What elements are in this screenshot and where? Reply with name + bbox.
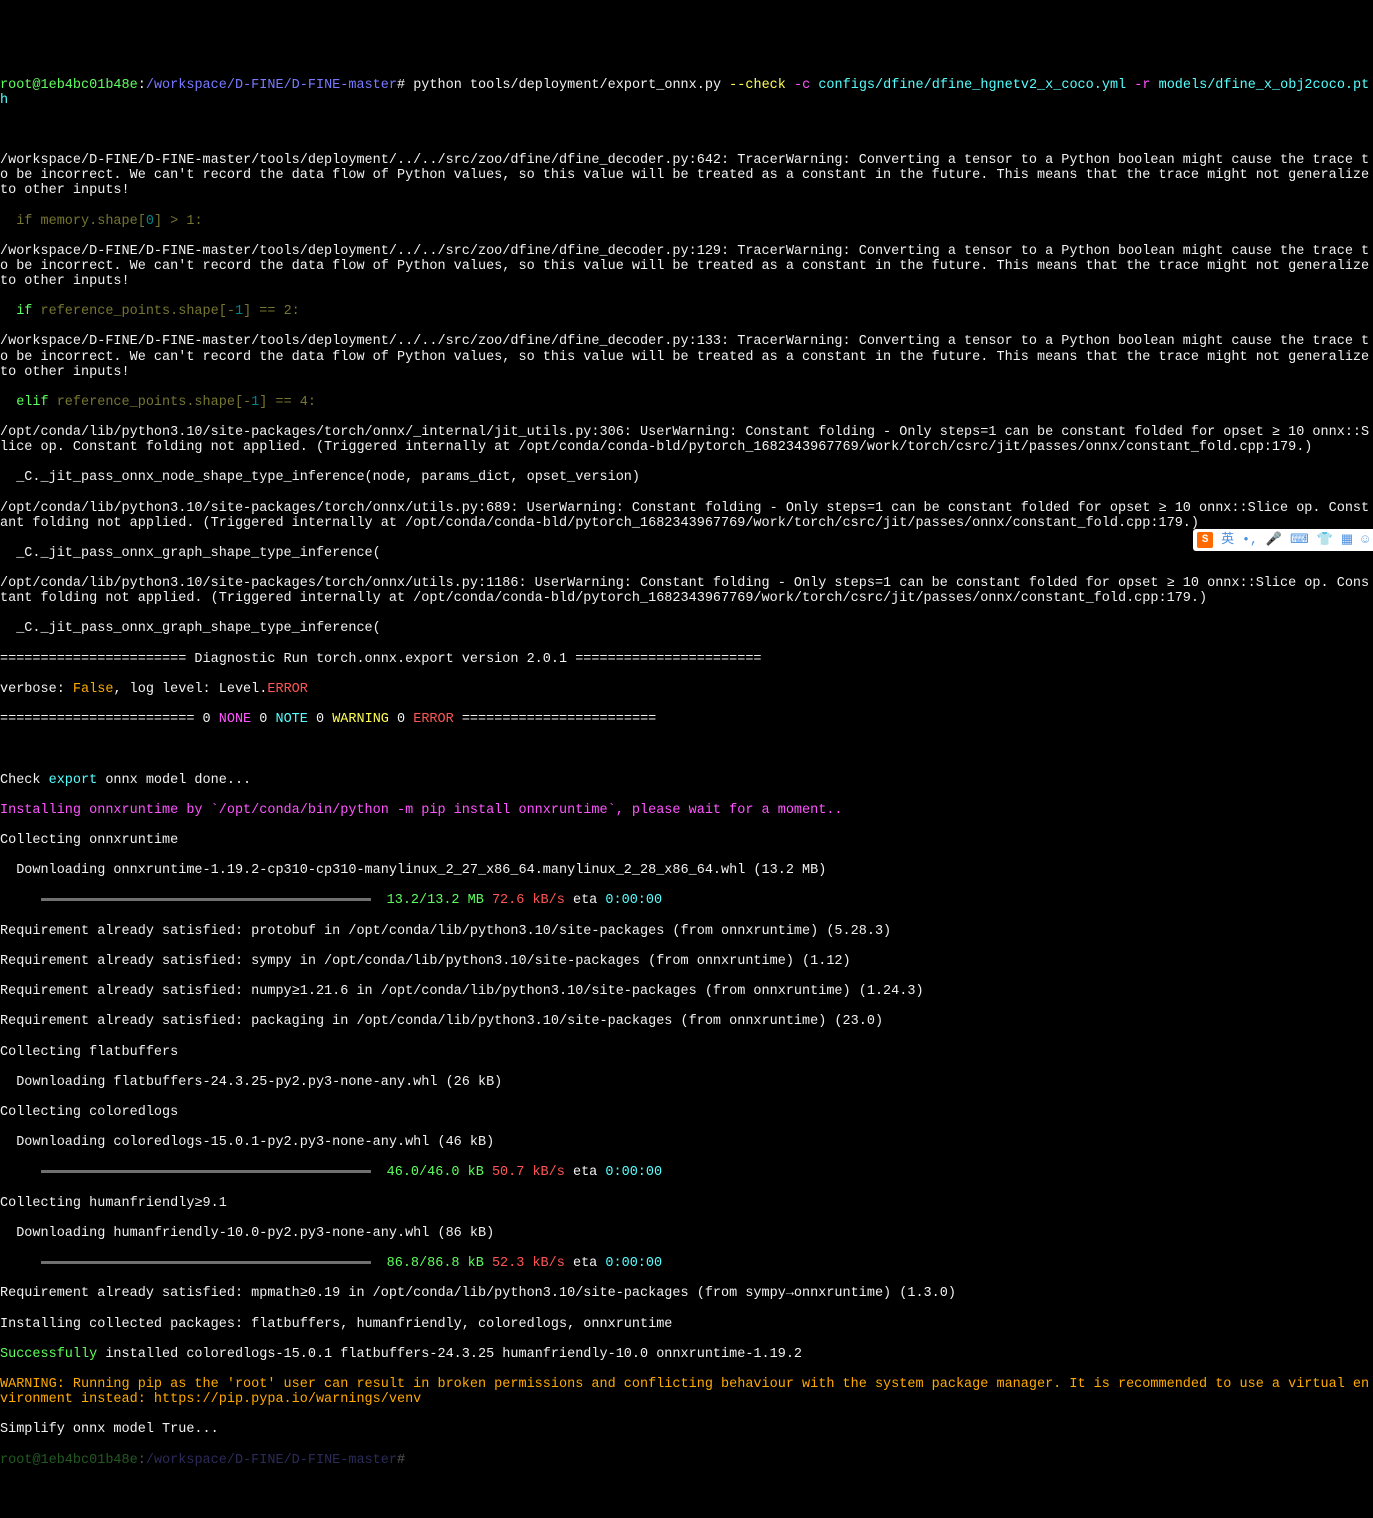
- code-line-2: if reference_points.shape[-1] == 2:: [0, 304, 1373, 319]
- pip-req-sympy: Requirement already satisfied: sympy in …: [0, 954, 1373, 969]
- tracer-warning-1: /workspace/D-FINE/D-FINE-master/tools/de…: [0, 153, 1373, 198]
- pip-success: Successfully installed coloredlogs-15.0.…: [0, 1347, 1373, 1362]
- progress-onnx: 13.2/13.2 MB 72.6 kB/s eta 0:00:00: [0, 893, 1373, 908]
- ime-toolbar[interactable]: S 英 •, 🎤 ⌨ 👕 ▦ ☺: [1193, 529, 1373, 551]
- user-warning-2: /opt/conda/lib/python3.10/site-packages/…: [0, 501, 1373, 531]
- pip-downloading-coloredlogs: Downloading coloredlogs-15.0.1-py2.py3-n…: [0, 1135, 1373, 1150]
- terminal-output[interactable]: root@1eb4bc01b48e:/workspace/D-FINE/D-FI…: [0, 62, 1373, 1482]
- flag-c: -c: [794, 78, 810, 93]
- pip-downloading-onnx: Downloading onnxruntime-1.19.2-cp310-cp3…: [0, 863, 1373, 878]
- prompt-user-host: root@1eb4bc01b48e: [0, 78, 138, 93]
- code-line-3: elif reference_points.shape[-1] == 4:: [0, 395, 1373, 410]
- progress-humanfriendly: 86.8/86.8 kB 52.3 kB/s eta 0:00:00: [0, 1256, 1373, 1271]
- config-arg: configs/dfine/dfine_hgnetv2_x_coco.yml: [818, 78, 1126, 93]
- pip-collecting-humanfriendly: Collecting humanfriendly≥9.1: [0, 1196, 1373, 1211]
- prompt-line: root@1eb4bc01b48e:/workspace/D-FINE/D-FI…: [0, 78, 1373, 108]
- flag-check: --check: [729, 78, 786, 93]
- tracer-warning-2: /workspace/D-FINE/D-FINE-master/tools/de…: [0, 244, 1373, 289]
- diagnostic-header: ======================= Diagnostic Run t…: [0, 652, 1373, 667]
- progress-bar-icon: [41, 1261, 371, 1264]
- tracer-warning-3: /workspace/D-FINE/D-FINE-master/tools/de…: [0, 334, 1373, 379]
- ime-skin-icon[interactable]: 👕: [1317, 533, 1333, 548]
- prompt-path: /workspace/D-FINE/D-FINE-master: [146, 78, 397, 93]
- ime-punct-icon[interactable]: •,: [1242, 533, 1258, 548]
- ime-face-icon[interactable]: ☺: [1361, 533, 1369, 548]
- ime-logo-icon[interactable]: S: [1197, 532, 1213, 548]
- pip-collecting-flatbuffers: Collecting flatbuffers: [0, 1045, 1373, 1060]
- progress-coloredlogs: 46.0/46.0 kB 50.7 kB/s eta 0:00:00: [0, 1165, 1373, 1180]
- ime-grid-icon[interactable]: ▦: [1341, 533, 1353, 548]
- pip-installing: Installing collected packages: flatbuffe…: [0, 1317, 1373, 1332]
- command: python tools/deployment/export_onnx.py: [413, 78, 721, 93]
- user-warning-3: /opt/conda/lib/python3.10/site-packages/…: [0, 576, 1373, 606]
- pip-root-warning: WARNING: Running pip as the 'root' user …: [0, 1377, 1373, 1407]
- pip-req-numpy: Requirement already satisfied: numpy≥1.2…: [0, 984, 1373, 999]
- user-warning-3-code: _C._jit_pass_onnx_graph_shape_type_infer…: [0, 621, 1373, 636]
- progress-bar-icon: [41, 898, 371, 901]
- diagnostic-counts: ======================== 0 NONE 0 NOTE 0…: [0, 712, 1373, 727]
- flag-r: -r: [1134, 78, 1150, 93]
- user-warning-1-code: _C._jit_pass_onnx_node_shape_type_infere…: [0, 470, 1373, 485]
- user-warning-1: /opt/conda/lib/python3.10/site-packages/…: [0, 425, 1373, 455]
- pip-req-packaging: Requirement already satisfied: packaging…: [0, 1014, 1373, 1029]
- check-export-line: Check export onnx model done...: [0, 773, 1373, 788]
- simplify-line: Simplify onnx model True...: [0, 1422, 1373, 1437]
- pip-downloading-humanfriendly: Downloading humanfriendly-10.0-py2.py3-n…: [0, 1226, 1373, 1241]
- pip-downloading-flatbuffers: Downloading flatbuffers-24.3.25-py2.py3-…: [0, 1075, 1373, 1090]
- prompt-line-2[interactable]: root@1eb4bc01b48e:/workspace/D-FINE/D-FI…: [0, 1453, 1373, 1468]
- pip-req-protobuf: Requirement already satisfied: protobuf …: [0, 924, 1373, 939]
- verbose-line: verbose: False, log level: Level.ERROR: [0, 682, 1373, 697]
- code-line-1: if memory.shape[0] > 1:: [0, 214, 1373, 229]
- ime-mic-icon[interactable]: 🎤: [1266, 533, 1282, 548]
- user-warning-2-code: _C._jit_pass_onnx_graph_shape_type_infer…: [0, 546, 1373, 561]
- ime-lang-button[interactable]: 英: [1221, 533, 1234, 548]
- ime-keyboard-icon[interactable]: ⌨: [1290, 533, 1309, 548]
- pip-collecting-onnx: Collecting onnxruntime: [0, 833, 1373, 848]
- pip-collecting-coloredlogs: Collecting coloredlogs: [0, 1105, 1373, 1120]
- install-msg: Installing onnxruntime by `/opt/conda/bi…: [0, 803, 1373, 818]
- progress-bar-icon: [41, 1170, 371, 1173]
- pip-req-mpmath: Requirement already satisfied: mpmath≥0.…: [0, 1286, 1373, 1301]
